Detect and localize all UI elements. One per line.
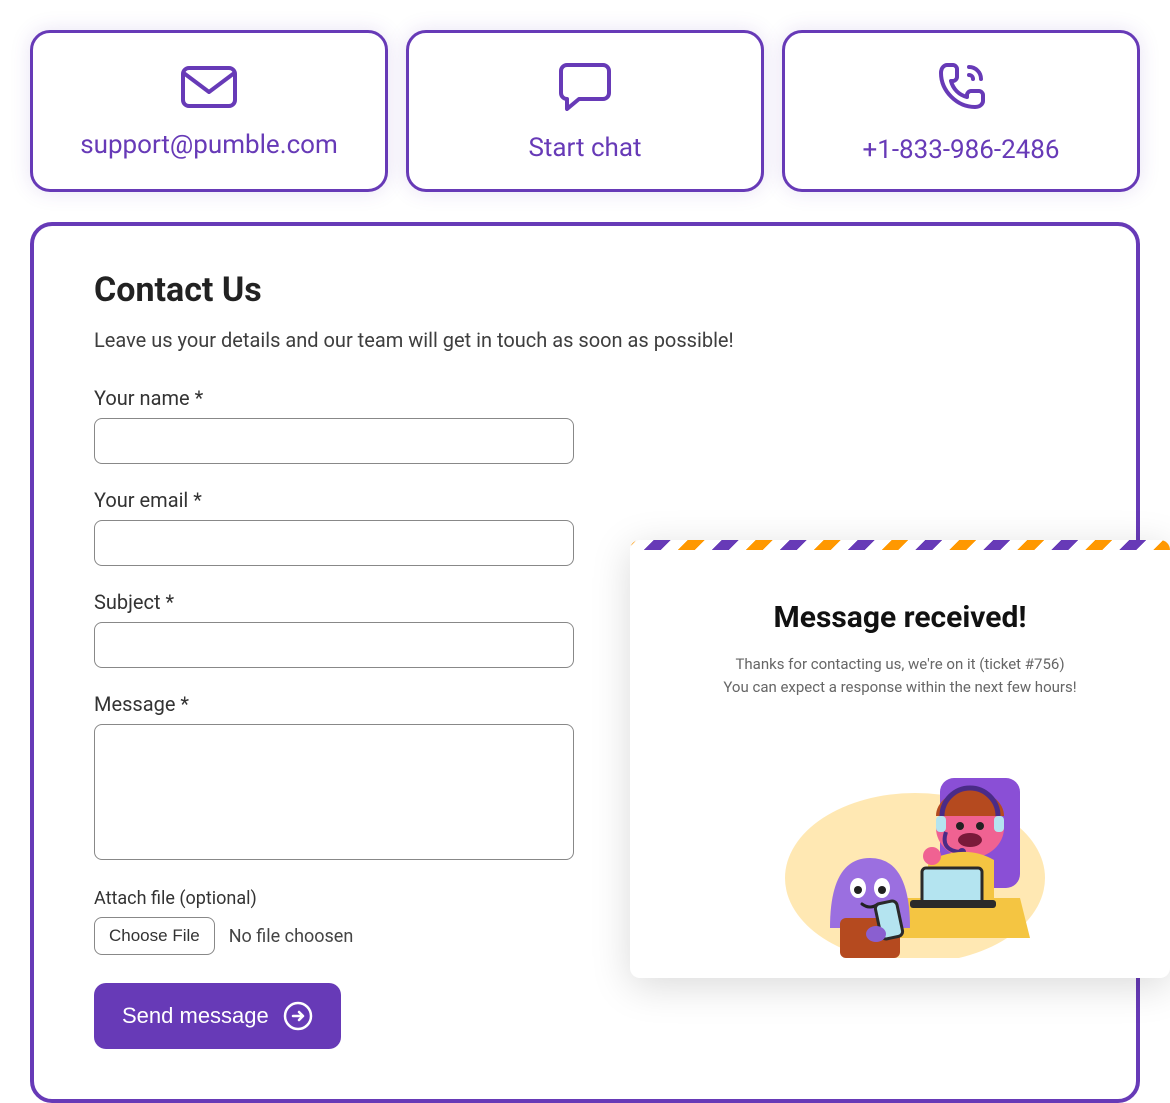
chat-text: Start chat (528, 133, 641, 163)
page-title: Contact Us (94, 270, 1076, 310)
popup-line2: You can expect a response within the nex… (660, 676, 1140, 699)
name-label: Your name * (94, 386, 1076, 410)
mail-icon (181, 66, 237, 130)
message-textarea[interactable] (94, 724, 574, 860)
popup-title: Message received! (660, 600, 1140, 635)
phone-card[interactable]: +1-833-986-2486 (782, 30, 1140, 192)
no-file-text: No file choosen (229, 926, 354, 947)
phone-icon (935, 61, 987, 135)
name-input[interactable] (94, 418, 574, 464)
subject-input[interactable] (94, 622, 574, 668)
arrow-right-circle-icon (283, 1001, 313, 1031)
email-card[interactable]: support@pumble.com (30, 30, 388, 192)
email-text: support@pumble.com (80, 130, 338, 160)
choose-file-button[interactable]: Choose File (94, 917, 215, 955)
popup-message: Thanks for contacting us, we're on it (t… (660, 653, 1140, 698)
form-subtitle: Leave us your details and our team will … (94, 328, 1076, 352)
chat-icon (559, 63, 611, 133)
popup-line1: Thanks for contacting us, we're on it (t… (660, 653, 1140, 676)
message-received-popup: Message received! Thanks for contacting … (630, 540, 1170, 978)
send-button-label: Send message (122, 1003, 269, 1029)
envelope-stripe (630, 540, 1170, 550)
send-message-button[interactable]: Send message (94, 983, 341, 1049)
contact-cards-row: support@pumble.com Start chat +1-833-986… (30, 30, 1140, 192)
chat-card[interactable]: Start chat (406, 30, 764, 192)
email-input[interactable] (94, 520, 574, 566)
email-label: Your email * (94, 488, 1076, 512)
support-illustration (660, 738, 1140, 958)
phone-text: +1-833-986-2486 (862, 135, 1059, 165)
